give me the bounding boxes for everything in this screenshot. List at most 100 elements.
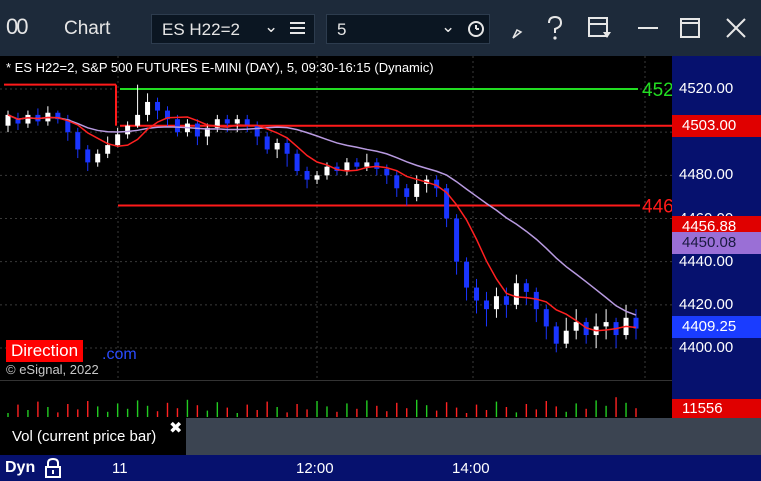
volume-bar xyxy=(316,401,318,417)
maximize-icon[interactable] xyxy=(676,14,704,42)
candle-body xyxy=(145,101,151,115)
volume-bar xyxy=(425,405,428,417)
symbol-value: ES H22=2 xyxy=(162,20,240,39)
volume-bar xyxy=(366,400,368,417)
interval-selector[interactable]: 5 ⌄ xyxy=(326,14,490,44)
volume-bar xyxy=(535,409,538,417)
level-label: 446 xyxy=(642,197,672,218)
candle-body xyxy=(224,119,230,124)
volume-bar xyxy=(545,401,547,417)
volume-bar xyxy=(376,405,378,417)
candle-body xyxy=(274,142,280,150)
price-axis-tick: 4440.00 xyxy=(679,252,734,270)
volume-bar xyxy=(525,404,528,417)
volume-bar xyxy=(106,411,109,417)
volume-bar xyxy=(346,403,348,417)
close-icon[interactable] xyxy=(722,14,750,42)
moving-average-slow xyxy=(7,114,637,316)
partial-link[interactable]: .com xyxy=(102,346,137,364)
volume-bar xyxy=(485,410,488,417)
candle-body xyxy=(304,171,310,180)
volume-bar xyxy=(386,411,388,417)
volume-bar xyxy=(47,407,49,417)
volume-bar xyxy=(196,405,199,417)
volume-bar xyxy=(565,411,567,417)
save-layout-icon[interactable] xyxy=(586,14,614,42)
volume-bar xyxy=(625,402,627,417)
volume-chart[interactable] xyxy=(0,380,672,419)
price-chart[interactable]: 452 446 xyxy=(0,56,672,380)
candle-body xyxy=(105,145,111,154)
volume-bar xyxy=(206,410,209,417)
dynamic-mode-label[interactable]: Dyn xyxy=(5,459,35,477)
candle-body xyxy=(194,123,200,137)
volume-bar xyxy=(515,412,518,417)
candle-body xyxy=(5,114,11,126)
candle-body xyxy=(135,114,141,126)
volume-bar xyxy=(595,400,597,417)
price-tag: 4503.00 xyxy=(672,115,761,137)
interval-value: 5 xyxy=(337,20,347,39)
app-icon: 00 xyxy=(6,14,29,39)
minimize-icon[interactable] xyxy=(634,14,662,42)
level-label: 452 xyxy=(642,80,672,101)
volume-canvas xyxy=(7,397,637,417)
price-axis-tick: 4400.00 xyxy=(679,339,734,356)
price-axis-tick: 4480.00 xyxy=(679,166,734,184)
volume-last-tag: 11556 xyxy=(672,399,761,418)
time-axis-tick: 12:00 xyxy=(296,460,334,477)
candle-body xyxy=(155,101,161,111)
candle-body xyxy=(344,162,350,172)
candle-body xyxy=(503,296,509,305)
list-icon[interactable] xyxy=(290,20,305,36)
candle-body xyxy=(394,175,400,189)
volume-bar xyxy=(356,408,358,417)
candle-body xyxy=(513,283,519,305)
volume-bar xyxy=(396,402,398,417)
volume-bar xyxy=(226,407,229,417)
price-chart-canvas[interactable]: 452 446 xyxy=(0,56,672,380)
candle-body xyxy=(324,166,330,176)
chart-header: * ES H22=2, S&P 500 FUTURES E-MINI (DAY)… xyxy=(6,60,434,75)
candle-body xyxy=(125,125,131,135)
candle-body xyxy=(603,322,609,327)
volume-bar xyxy=(465,413,468,417)
volume-bar xyxy=(435,410,438,417)
draw-tool-icon[interactable] xyxy=(504,14,532,42)
volume-bar xyxy=(276,407,278,417)
volume-label: Vol (current price bar) xyxy=(12,428,157,445)
volume-bar xyxy=(27,410,29,417)
help-icon[interactable] xyxy=(541,14,569,42)
candle-body xyxy=(254,125,260,137)
candle-body xyxy=(483,300,489,310)
volume-bar xyxy=(585,408,587,417)
volume-bar xyxy=(455,407,458,417)
candle-body xyxy=(523,283,529,292)
candle-body xyxy=(234,119,240,124)
price-tag: 4450.08 xyxy=(672,232,761,254)
chevron-down-icon[interactable]: ⌄ xyxy=(441,17,455,37)
symbol-selector[interactable]: ES H22=2 ⌄ xyxy=(151,14,315,44)
direction-label[interactable]: Direction xyxy=(6,340,84,362)
volume-bar xyxy=(306,409,308,417)
volume-bar xyxy=(136,400,139,417)
volume-bar xyxy=(57,412,59,417)
lock-icon[interactable] xyxy=(44,457,62,479)
candle-body xyxy=(573,322,579,331)
volume-bar xyxy=(336,411,338,417)
candle-body xyxy=(474,287,480,301)
chevron-down-icon[interactable]: ⌄ xyxy=(264,17,278,37)
volume-bar xyxy=(156,411,159,417)
candle-body xyxy=(543,309,549,327)
volume-bar xyxy=(77,409,79,417)
candle-body xyxy=(25,114,31,124)
price-axis-tick: 4520.00 xyxy=(679,80,734,97)
close-study-icon[interactable]: ✖ xyxy=(169,418,182,438)
clock-icon[interactable] xyxy=(467,20,485,38)
candle-body xyxy=(115,134,121,146)
window-title: Chart xyxy=(64,18,111,39)
title-bar: 00 Chart ES H22=2 ⌄ 5 ⌄ xyxy=(0,0,761,56)
candle-body xyxy=(364,162,370,167)
volume-bar xyxy=(7,413,9,417)
volume-bar xyxy=(186,399,189,417)
